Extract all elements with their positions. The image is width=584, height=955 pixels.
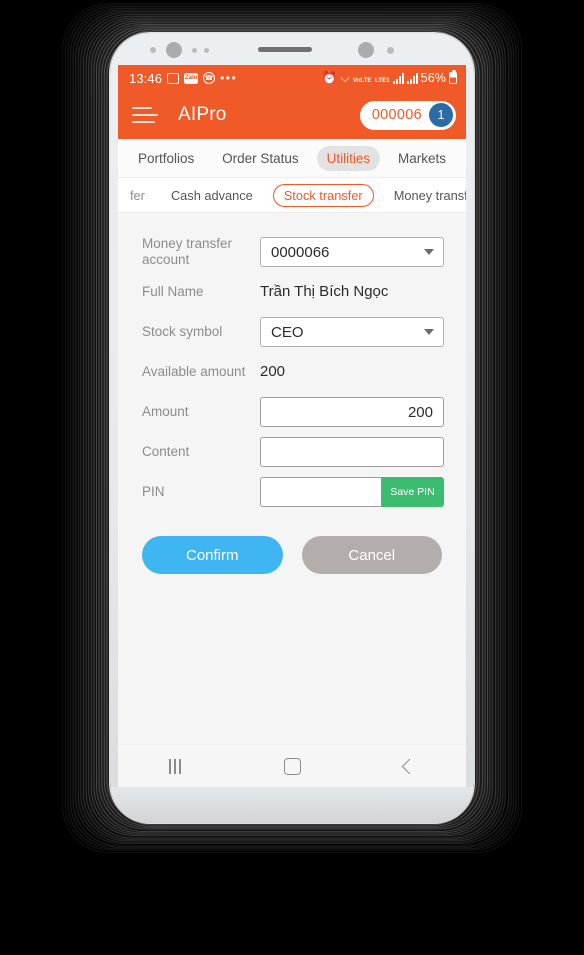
tab-utilities[interactable]: Utilities [316,145,381,171]
tab-markets[interactable]: Markets [388,146,456,171]
row-pin: PIN Save PIN [118,473,466,511]
phone-device: 13:46 Zalo ☎ ••• ⏰ ⌵ VoLTE LTE1 56% AIPr… [110,33,474,823]
signal-bars-sim2 [406,72,418,84]
device-bottom-bezel [110,787,474,823]
subtab-money-transfer-clipped[interactable]: fer [124,185,151,206]
status-bar: 13:46 Zalo ☎ ••• ⏰ ⌵ VoLTE LTE1 56% [118,65,466,91]
label-amount: Amount [142,404,189,419]
money-transfer-account-select[interactable]: 0000066 [260,237,444,267]
content-input[interactable] [260,437,444,467]
label-pin: PIN [142,484,165,499]
app-bar: AIPro 000006 1 [118,91,466,139]
sensor-dot-small-left [150,47,156,53]
row-stock-symbol: Stock symbol CEO [118,313,466,351]
pin-input[interactable] [260,477,381,507]
earpiece-speaker [258,47,312,52]
account-pill[interactable]: 000006 1 [359,100,456,130]
row-available-amount: Available amount 200 [118,353,466,391]
phone-screen: 13:46 Zalo ☎ ••• ⏰ ⌵ VoLTE LTE1 56% AIPr… [118,65,466,787]
money-transfer-account-value: 0000066 [271,243,330,261]
status-time: 13:46 [129,70,163,86]
row-amount: Amount 200 [118,393,466,431]
action-button-row: Confirm Cancel [118,513,466,574]
amount-input[interactable]: 200 [260,397,444,427]
label-full-name: Full Name [142,284,204,299]
zalo-icon: Zalo [184,72,199,84]
subtab-cash-advance[interactable]: Cash advance [165,185,259,206]
label-money-transfer-account: Money transfer account [142,236,233,267]
available-amount-value: 200 [260,363,286,380]
full-name-value: Trần Thị Bích Ngọc [260,283,389,300]
cancel-button[interactable]: Cancel [301,536,442,574]
label-stock-symbol: Stock symbol [142,324,223,339]
photo-icon [167,72,180,84]
sensor-dot-right-big [358,42,374,58]
more-icon: ••• [220,71,238,85]
battery-percent: 56% [420,71,446,85]
app-title: AIPro [178,104,227,125]
volte-indicator: VoLTE LTE1 [352,78,390,84]
account-number: 000006 [371,107,422,123]
device-top-bezel [110,33,474,65]
stock-transfer-form: Money transfer account 0000066 Full Name… [118,213,466,787]
stock-symbol-select[interactable]: CEO [260,317,444,347]
android-nav-bar [118,744,466,787]
chevron-down-icon [424,249,434,255]
confirm-button[interactable]: Confirm [142,536,283,574]
battery-icon [449,70,457,84]
home-icon[interactable] [283,757,301,775]
row-full-name: Full Name Trần Thị Bích Ngọc [118,273,466,311]
call-icon: ☎ [203,72,216,84]
secondary-tab-bar: fer Cash advance Stock transfer Money tr… [118,178,466,213]
save-pin-button[interactable]: Save PIN [381,477,444,507]
sensor-dot-right-small [387,47,394,54]
sensor-dot-2 [204,48,209,53]
sensor-dot-1 [192,48,197,53]
wifi-icon: ⌵ [340,70,350,85]
back-icon[interactable] [401,758,417,774]
row-money-transfer-account: Money transfer account 0000066 [118,233,466,271]
account-badge: 1 [429,103,453,127]
subtab-money-transfer-status[interactable]: Money transfer status [388,185,466,206]
label-content: Content [142,444,190,459]
hamburger-menu-icon[interactable] [132,102,158,128]
recent-apps-icon[interactable] [169,758,182,774]
chevron-down-icon [424,329,434,335]
alarm-icon: ⏰ [321,70,338,85]
tab-portfolios[interactable]: Portfolios [128,146,204,171]
stock-symbol-value: CEO [271,323,304,341]
row-content: Content [118,433,466,471]
signal-bars-sim1 [392,72,404,84]
tab-order-status[interactable]: Order Status [212,146,309,171]
front-camera [166,42,182,58]
label-available-amount: Available amount [142,364,246,379]
subtab-stock-transfer[interactable]: Stock transfer [272,183,374,207]
primary-tab-bar: Portfolios Order Status Utilities Market… [118,139,466,178]
